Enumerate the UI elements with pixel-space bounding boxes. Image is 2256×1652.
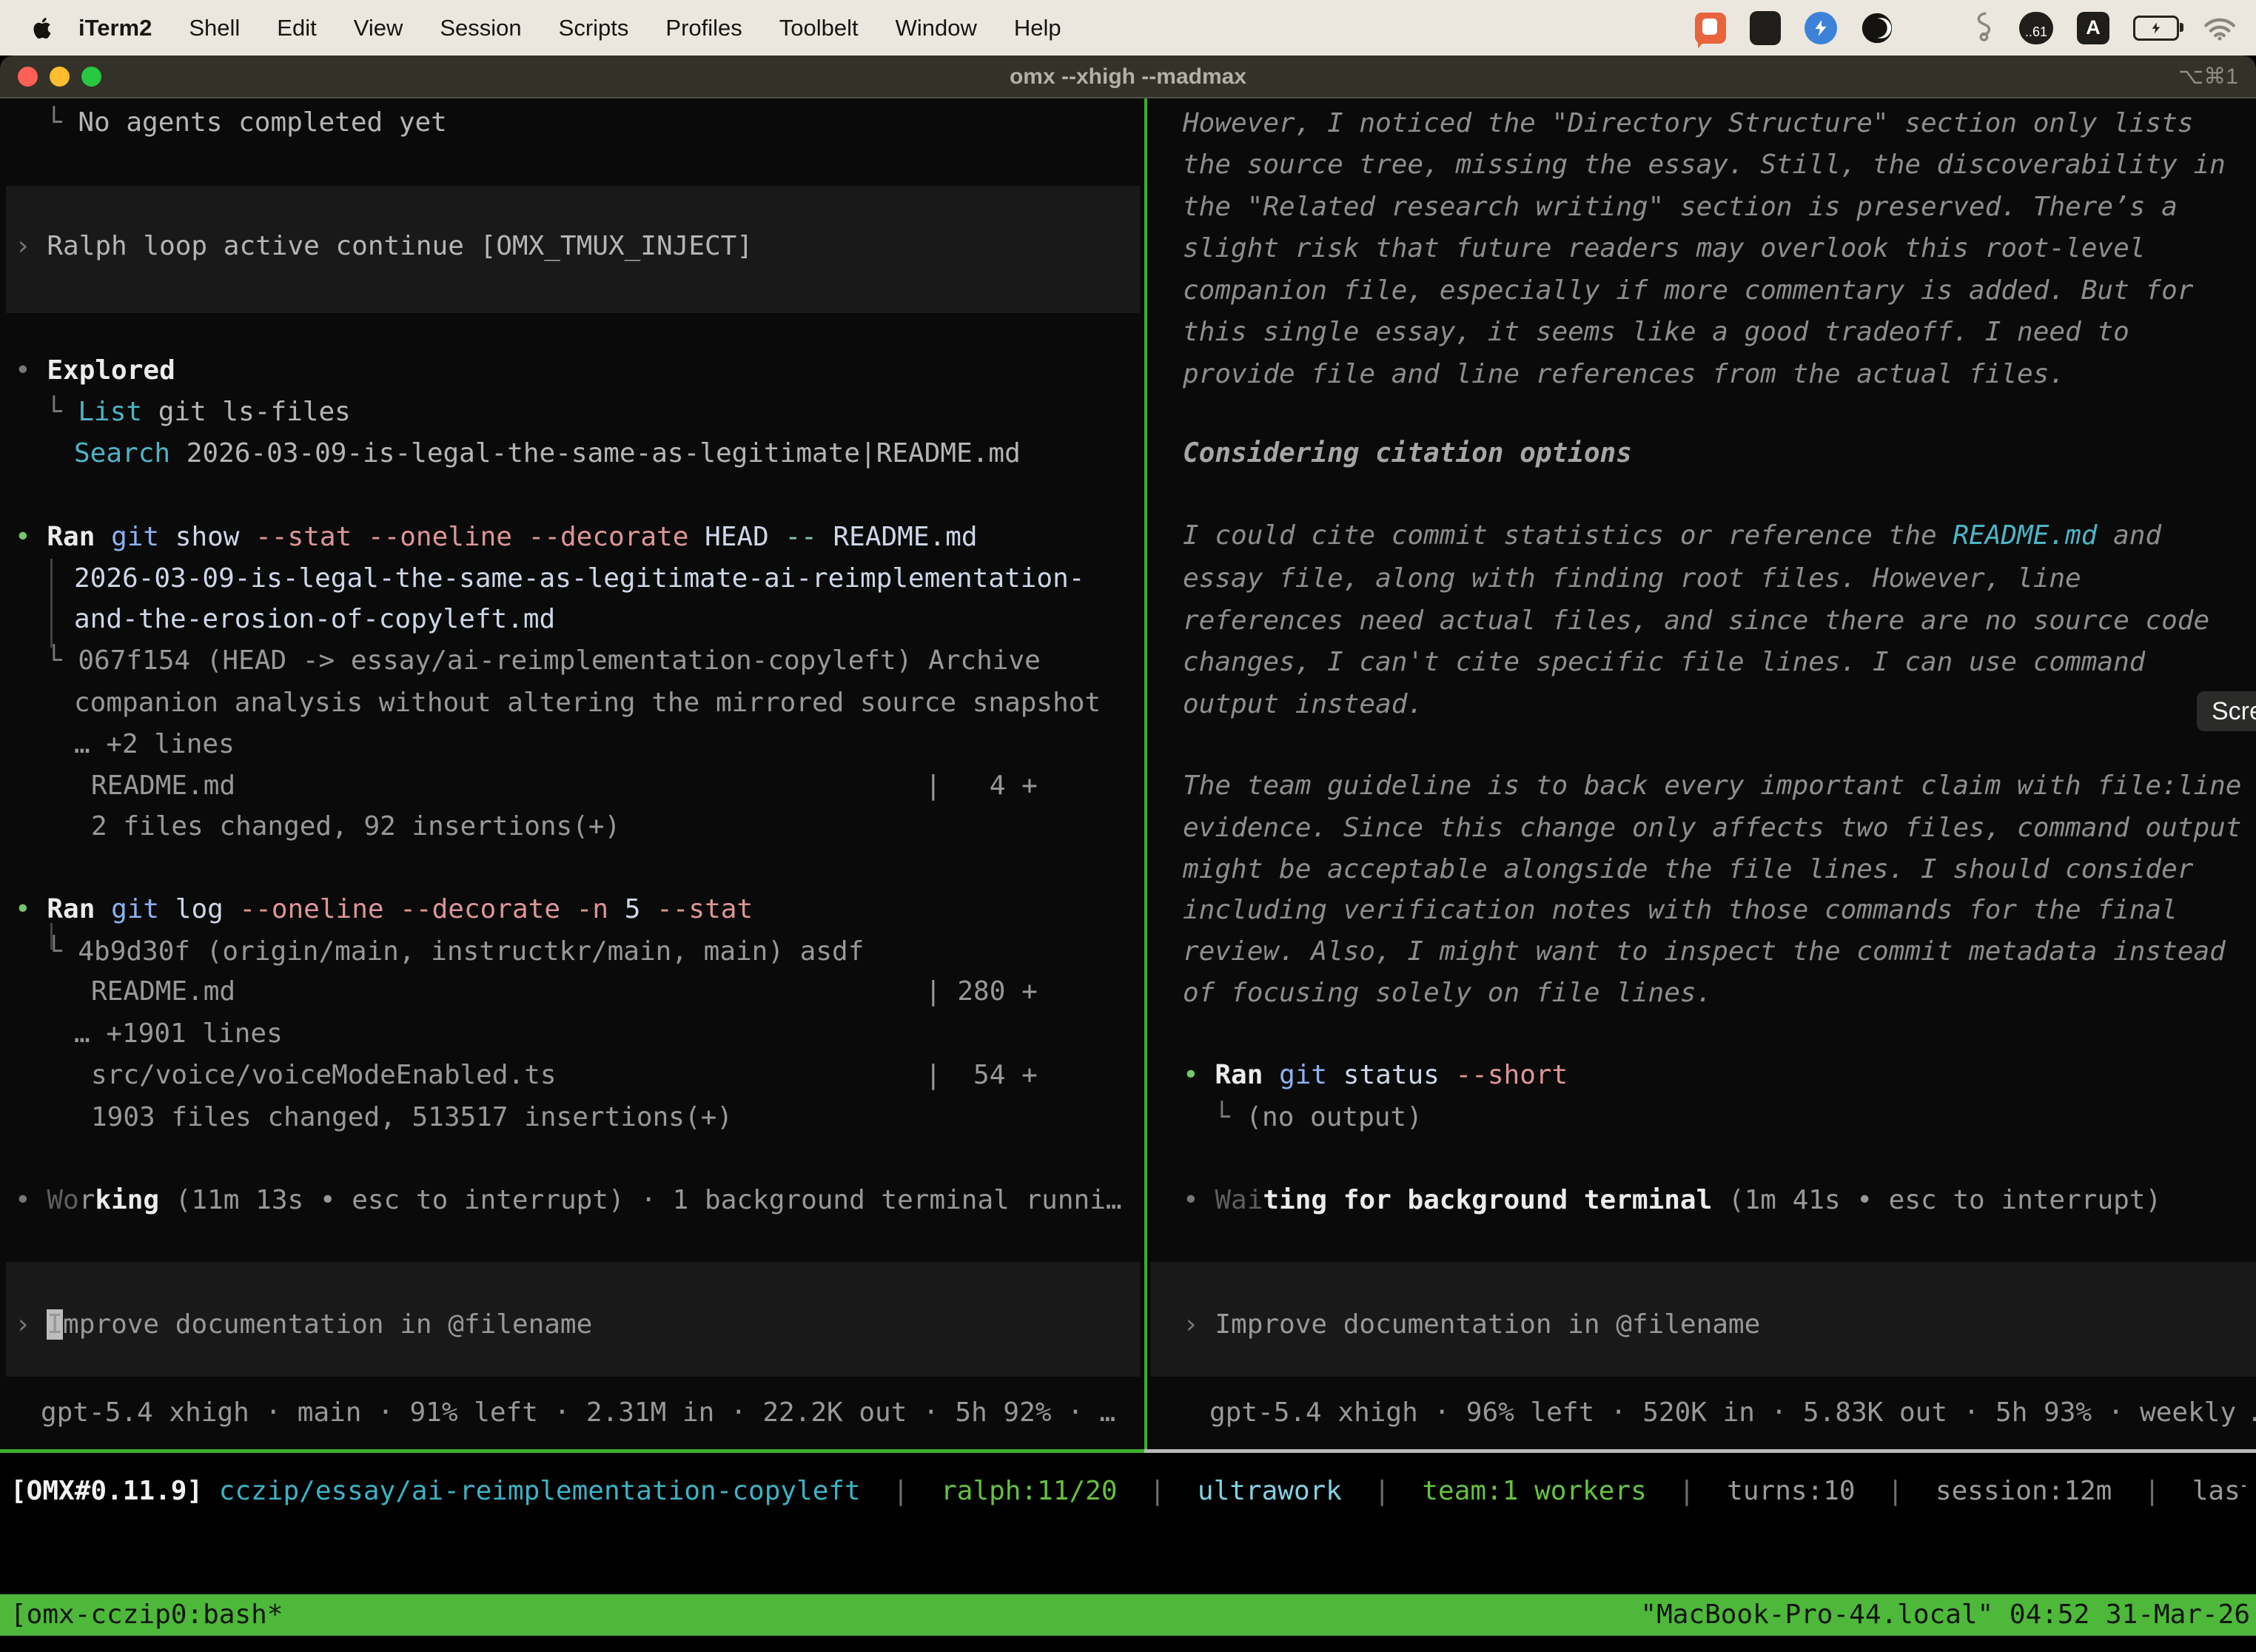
window-shortcut-badge: ⌥⌘1: [2178, 56, 2238, 98]
reasoning-line: evidence. Since this change only affects…: [1183, 807, 2241, 849]
tmux-session-name[interactable]: [omx-cczip0:bash*: [10, 1594, 283, 1636]
right-prompt-input[interactable]: › Improve documentation in @filename: [1183, 1303, 1760, 1346]
menu-bar: iTerm2 Shell Edit View Session Scripts P…: [0, 0, 2256, 56]
tmux-status-bar: [omx-cczip0:bash* "MacBook-Pro-44.local"…: [0, 1594, 2256, 1636]
left-session-status: gpt-5.4 xhigh · main · 91% left · 2.31M …: [41, 1391, 1115, 1434]
screen-overlay-tooltip: Scre: [2197, 691, 2256, 731]
git-show-output-more: … +2 lines: [74, 723, 235, 765]
git-log-stat-readme: README.md | 280 +: [91, 970, 1038, 1013]
pane-border-bottom-right: [1144, 1449, 2256, 1453]
explored-header: • Explored: [15, 349, 175, 392]
menu-item-toolbelt[interactable]: Toolbelt: [779, 15, 859, 41]
tree-guide-line: [50, 559, 53, 648]
menu-item-shell[interactable]: Shell: [189, 15, 240, 41]
reasoning-line: the "Related research writing" section i…: [1183, 186, 2178, 228]
terminal-pane-left[interactable]: └ No agents completed yet › Ralph loop a…: [0, 98, 1144, 1449]
menu-item-profiles[interactable]: Profiles: [665, 15, 742, 41]
reasoning-line: might be acceptable alongside the file l…: [1183, 848, 2193, 890]
reasoning-line: including verification notes with those …: [1183, 889, 2178, 931]
tmux-host-clock: "MacBook-Pro-44.local" 04:52 31-Mar-26: [1640, 1594, 2250, 1636]
menu-item-scripts[interactable]: Scripts: [559, 15, 629, 41]
dots-grid-icon[interactable]: [1917, 13, 1947, 43]
git-status-output: └ (no output): [1214, 1096, 1423, 1138]
hook-icon[interactable]: [1970, 10, 1995, 46]
reasoning-line: this single essay, it seems like a good …: [1183, 311, 2129, 353]
reasoning-line: slight risk that future readers may over…: [1183, 227, 2145, 269]
git-show-stat-summary: 2 files changed, 92 insertions(+): [91, 805, 620, 847]
git-status-command: • Ran git status --short: [1183, 1054, 1568, 1096]
reasoning-line: output instead.: [1183, 683, 1423, 725]
git-show-arg-line2: and-the-erosion-of-copyleft.md: [74, 598, 555, 640]
reasoning-line: essay file, along with finding root file…: [1183, 557, 2081, 600]
reasoning-heading: Considering citation options: [1183, 432, 1632, 474]
agents-status-line: └ No agents completed yet: [46, 101, 447, 144]
keyboard-icon[interactable]: [1750, 11, 1781, 45]
badge-61-icon[interactable]: ..61: [2019, 12, 2053, 44]
menu-item-iterm2[interactable]: iTerm2: [78, 15, 152, 41]
git-show-arg-line1: 2026-03-09-is-legal-the-same-as-legitima…: [74, 557, 1084, 600]
crescent-circle-icon[interactable]: [1861, 12, 1893, 44]
wifi-icon[interactable]: [2203, 15, 2237, 41]
reasoning-line: changes, I can't cite specific file line…: [1183, 641, 2145, 683]
bolt-circle-icon[interactable]: [1805, 12, 1837, 44]
window-title-bar: omx --xhigh --madmax ⌥⌘1: [0, 56, 2256, 98]
reasoning-line: The team guideline is to back every impo…: [1183, 765, 2241, 807]
input-source-a-icon[interactable]: A: [2077, 12, 2109, 44]
window-title: omx --xhigh --madmax: [0, 56, 2256, 98]
git-show-output-msg: companion analysis without altering the …: [74, 682, 1101, 724]
menu-item-view[interactable]: View: [354, 15, 403, 41]
menu-item-help[interactable]: Help: [1014, 15, 1061, 41]
battery-charging-icon[interactable]: [2133, 16, 2179, 41]
reasoning-line: review. Also, I might want to inspect th…: [1183, 930, 2226, 973]
apple-icon[interactable]: [30, 13, 55, 43]
pane-border-bottom-left: [0, 1449, 1144, 1453]
reasoning-line: provide file and line references from th…: [1183, 353, 2065, 395]
working-status-line: • Working (11m 13s • esc to interrupt) ·…: [15, 1179, 1122, 1221]
git-show-command: • Ran git show --stat --oneline --decora…: [15, 516, 978, 558]
git-show-output-commit: └ 067f154 (HEAD -> essay/ai-reimplementa…: [46, 639, 1041, 682]
ralph-loop-line: › Ralph loop active continue [OMX_TMUX_I…: [15, 225, 753, 267]
terminal-pane-right[interactable]: However, I noticed the "Directory Struct…: [1147, 98, 2256, 1449]
waiting-status-line: • Waiting for background terminal (1m 41…: [1183, 1179, 2161, 1221]
pane-divider-vertical[interactable]: [1144, 98, 1147, 1452]
git-log-stat-voice: src/voice/voiceModeEnabled.ts | 54 +: [91, 1054, 1038, 1096]
menu-item-edit[interactable]: Edit: [277, 15, 316, 41]
git-log-command: • Ran git log --oneline --decorate -n 5 …: [15, 888, 753, 930]
menu-item-window[interactable]: Window: [896, 15, 977, 41]
reasoning-line: However, I noticed the "Directory Struct…: [1183, 102, 2193, 144]
screenshot-chat-icon[interactable]: [1695, 13, 1726, 44]
reasoning-line: companion file, especially if more comme…: [1183, 269, 2193, 312]
reasoning-line: of focusing solely on file lines.: [1183, 972, 1712, 1014]
menu-item-session[interactable]: Session: [440, 15, 521, 41]
terminal-content: └ No agents completed yet › Ralph loop a…: [0, 98, 2256, 1449]
git-log-output-commit: └ 4b9d30f (origin/main, instructkr/main,…: [46, 930, 864, 973]
reasoning-line: I could cite commit statistics or refere…: [1183, 514, 2161, 557]
explored-search-line: Search 2026-03-09-is-legal-the-same-as-l…: [74, 432, 1021, 474]
git-log-stat-more: … +1901 lines: [74, 1013, 283, 1055]
git-log-stat-summary: 1903 files changed, 513517 insertions(+): [91, 1096, 733, 1138]
reasoning-line: the source tree, missing the essay. Stil…: [1183, 144, 2226, 186]
omx-status-bar: [OMX#0.11.9] cczip/essay/ai-reimplementa…: [10, 1470, 2246, 1512]
left-prompt-input[interactable]: › Improve documentation in @filename: [15, 1303, 592, 1346]
reasoning-line: references need actual files, and since …: [1183, 600, 2209, 642]
right-session-status: gpt-5.4 xhigh · 96% left · 520K in · 5.8…: [1209, 1391, 2256, 1434]
git-show-stat-readme: README.md | 4 +: [91, 765, 1038, 807]
explored-list-line: └ List git ls-files: [46, 391, 351, 433]
menu-items: iTerm2 Shell Edit View Session Scripts P…: [78, 15, 1061, 41]
